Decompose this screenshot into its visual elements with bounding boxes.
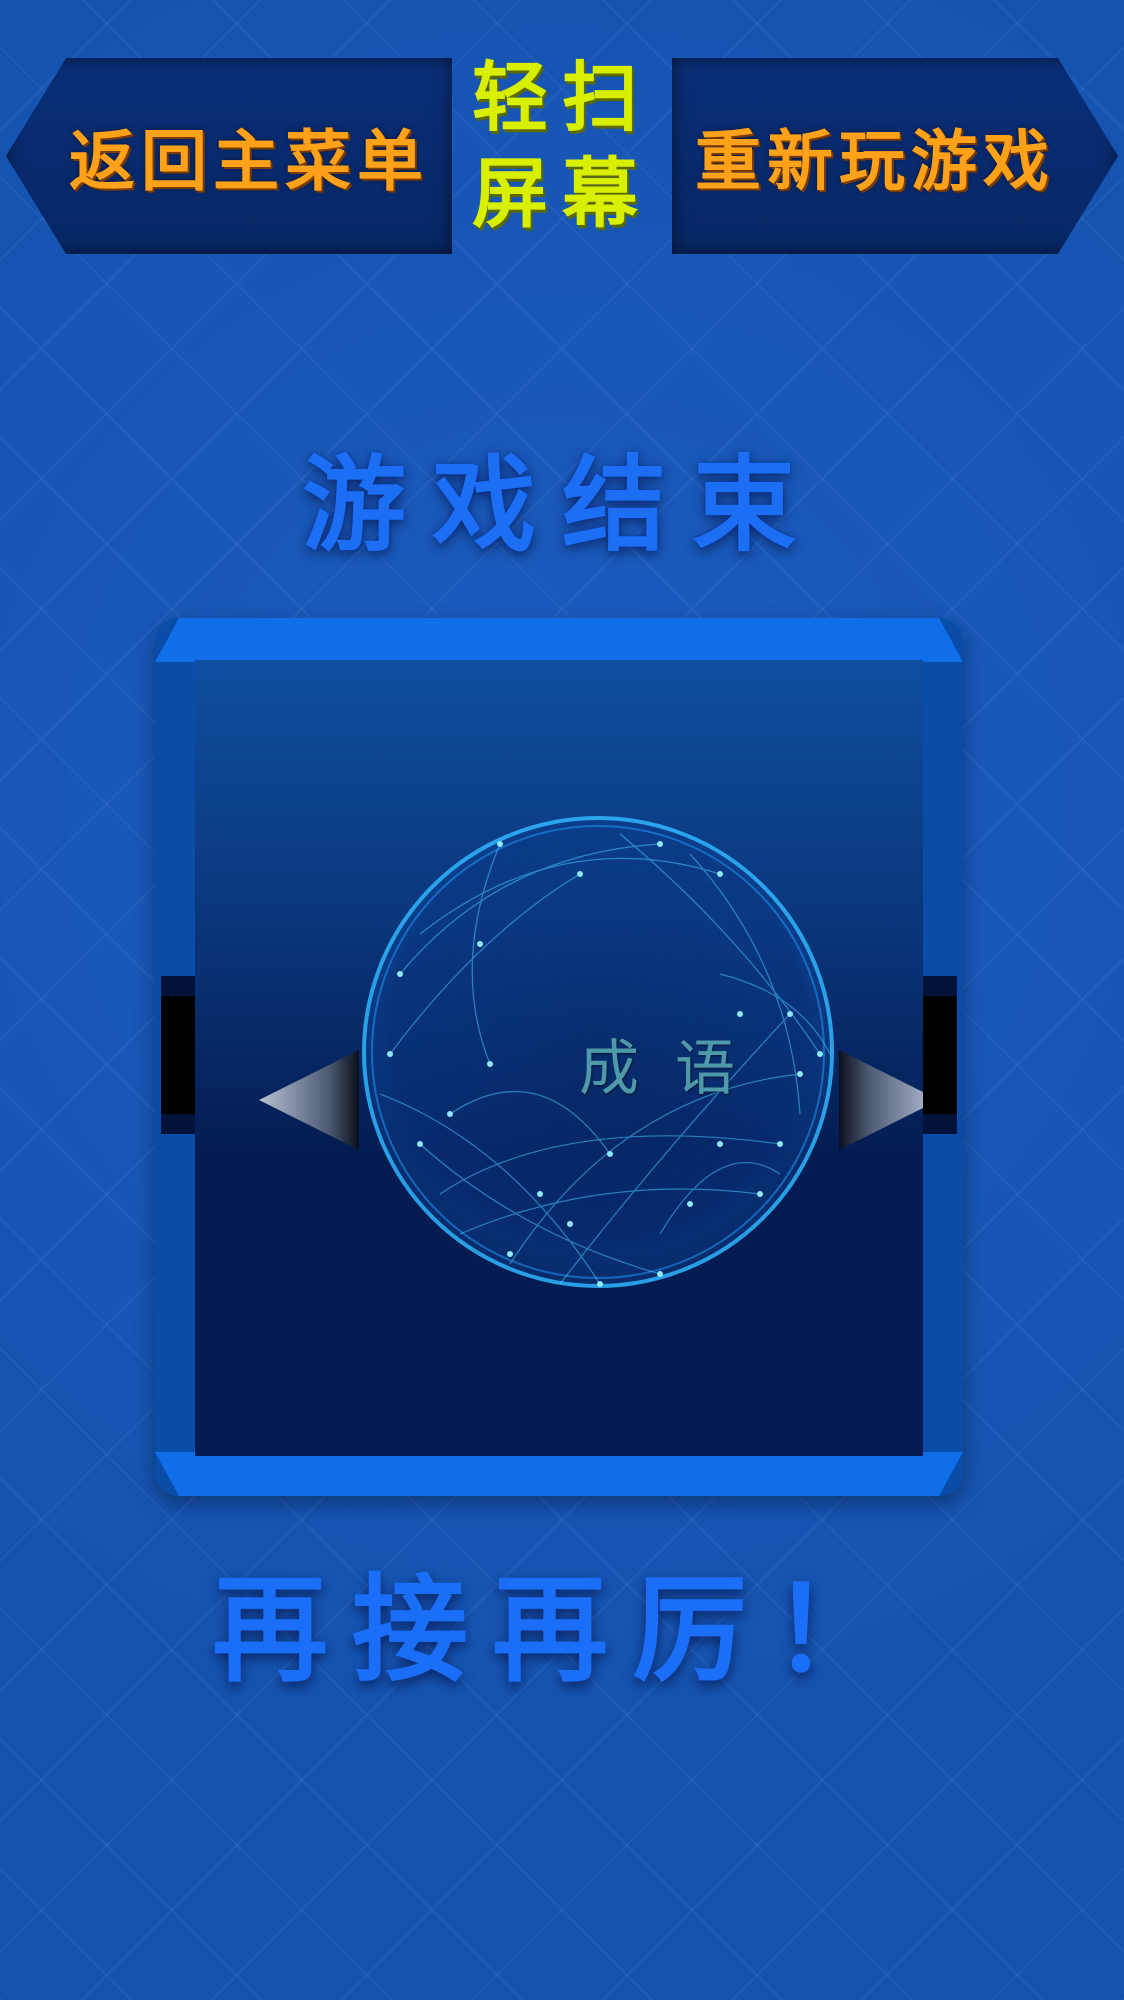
swipe-hint: 轻扫 屏幕	[462, 50, 662, 242]
card-frame-bottom	[155, 1452, 963, 1496]
idiom-label: 成语	[579, 1034, 771, 1104]
main-menu-button[interactable]: 返回主菜单	[6, 58, 452, 254]
swipe-hint-line1: 轻扫	[472, 53, 652, 142]
left-side-slot	[161, 976, 195, 1134]
game-over-title: 游戏结束	[301, 444, 822, 566]
idiom-card[interactable]: 成语	[155, 618, 963, 1496]
right-side-slot	[923, 976, 957, 1134]
encouragement-message: 再接再厉！	[212, 1563, 912, 1698]
replay-button-label: 重新玩游戏	[695, 123, 1055, 200]
main-menu-button-label: 返回主菜单	[69, 123, 429, 200]
swipe-hint-line2: 屏幕	[472, 149, 652, 238]
card-frame-top	[155, 618, 963, 662]
replay-button[interactable]: 重新玩游戏	[672, 58, 1118, 254]
left-arrow-icon[interactable]	[259, 1050, 359, 1150]
card-inner-panel: 成语	[195, 660, 923, 1456]
